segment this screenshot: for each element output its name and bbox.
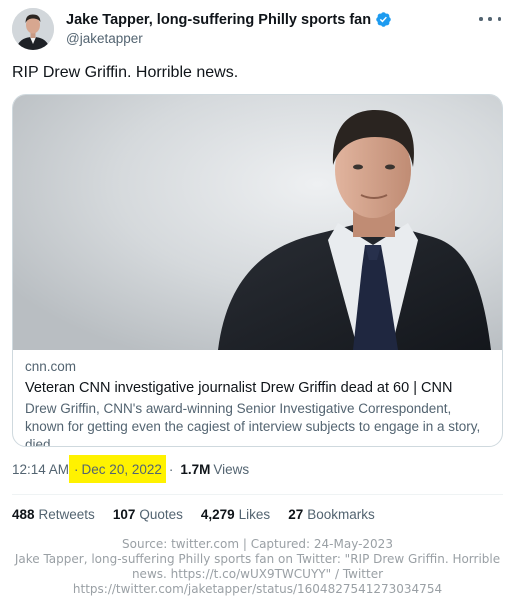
avatar[interactable] [12,8,54,50]
views-count: 1.7M [180,461,211,477]
stat-label: Retweets [38,507,95,522]
card-description: Drew Griffin, CNN's award-winning Senior… [25,401,481,447]
caption-line: news. https://t.co/wUX9TWCUYY" / Twitter [131,567,384,581]
author-handle[interactable]: @jaketapper [66,31,392,46]
caption-line: Source: twitter.com | Captured: 24-May-2… [122,537,393,551]
card-info: cnn.com Veteran CNN investigative journa… [25,359,490,447]
stat-label: Quotes [139,507,183,522]
tweet-date[interactable]: Dec 20, 2022 [82,462,162,477]
more-options-icon[interactable] [479,10,501,28]
profile-photo-icon [12,8,54,50]
name-row: Jake Tapper, long-suffering Philly sport… [66,11,392,28]
stat-count: 4,279 [200,507,235,522]
stat-label: Likes [238,507,271,522]
meta-separator: · [168,461,174,477]
stat-count: 27 [288,507,304,522]
stat-likes[interactable]: 4,279 Likes [201,507,270,522]
card-image[interactable] [13,95,502,350]
tweet: Jake Tapper, long-suffering Philly sport… [0,0,515,535]
card-domain: cnn.com [25,359,77,374]
divider [12,494,503,495]
more-dot [479,17,483,21]
verified-badge-icon[interactable] [375,11,392,28]
stat-count: 488 [12,507,35,522]
more-dot [497,17,501,21]
stat-label: Bookmarks [307,507,375,522]
source-caption: Source: twitter.com | Captured: 24-May-2… [0,537,515,597]
date-highlight: · Dec 20, 2022 [69,455,166,483]
stat-quotes[interactable]: 107 Quotes [113,507,183,522]
meta-separator: · [74,461,79,477]
caption-line: https://twitter.com/jaketapper/status/16… [72,582,443,596]
author-display-name[interactable]: Jake Tapper, long-suffering Philly sport… [66,12,371,28]
engagement-stats: 488 Retweets 107 Quotes 4,279 Likes 27 Bookm… [12,507,393,522]
more-dot [488,17,492,21]
caption-line: Jake Tapper, long-suffering Philly sport… [14,552,501,566]
stat-count: 107 [112,507,136,522]
tweet-header: Jake Tapper, long-suffering Philly sport… [12,8,503,52]
stat-bookmarks[interactable]: 27 Bookmarks [288,507,375,522]
tweet-text: RIP Drew Griffin. Horrible news. [12,64,239,81]
author-names: Jake Tapper, long-suffering Philly sport… [66,8,392,46]
views-label: Views [213,461,250,477]
tweet-time[interactable]: 12:14 AM [12,462,69,477]
stat-retweets[interactable]: 488 Retweets [12,507,95,522]
tweet-meta: 12:14 AM · Dec 20, 2022 · 1.7M Views [12,455,249,483]
link-card[interactable]: cnn.com Veteran CNN investigative journa… [12,94,503,447]
card-title[interactable]: Veteran CNN investigative journalist Dre… [25,380,490,396]
portrait-photo-icon [13,95,502,350]
